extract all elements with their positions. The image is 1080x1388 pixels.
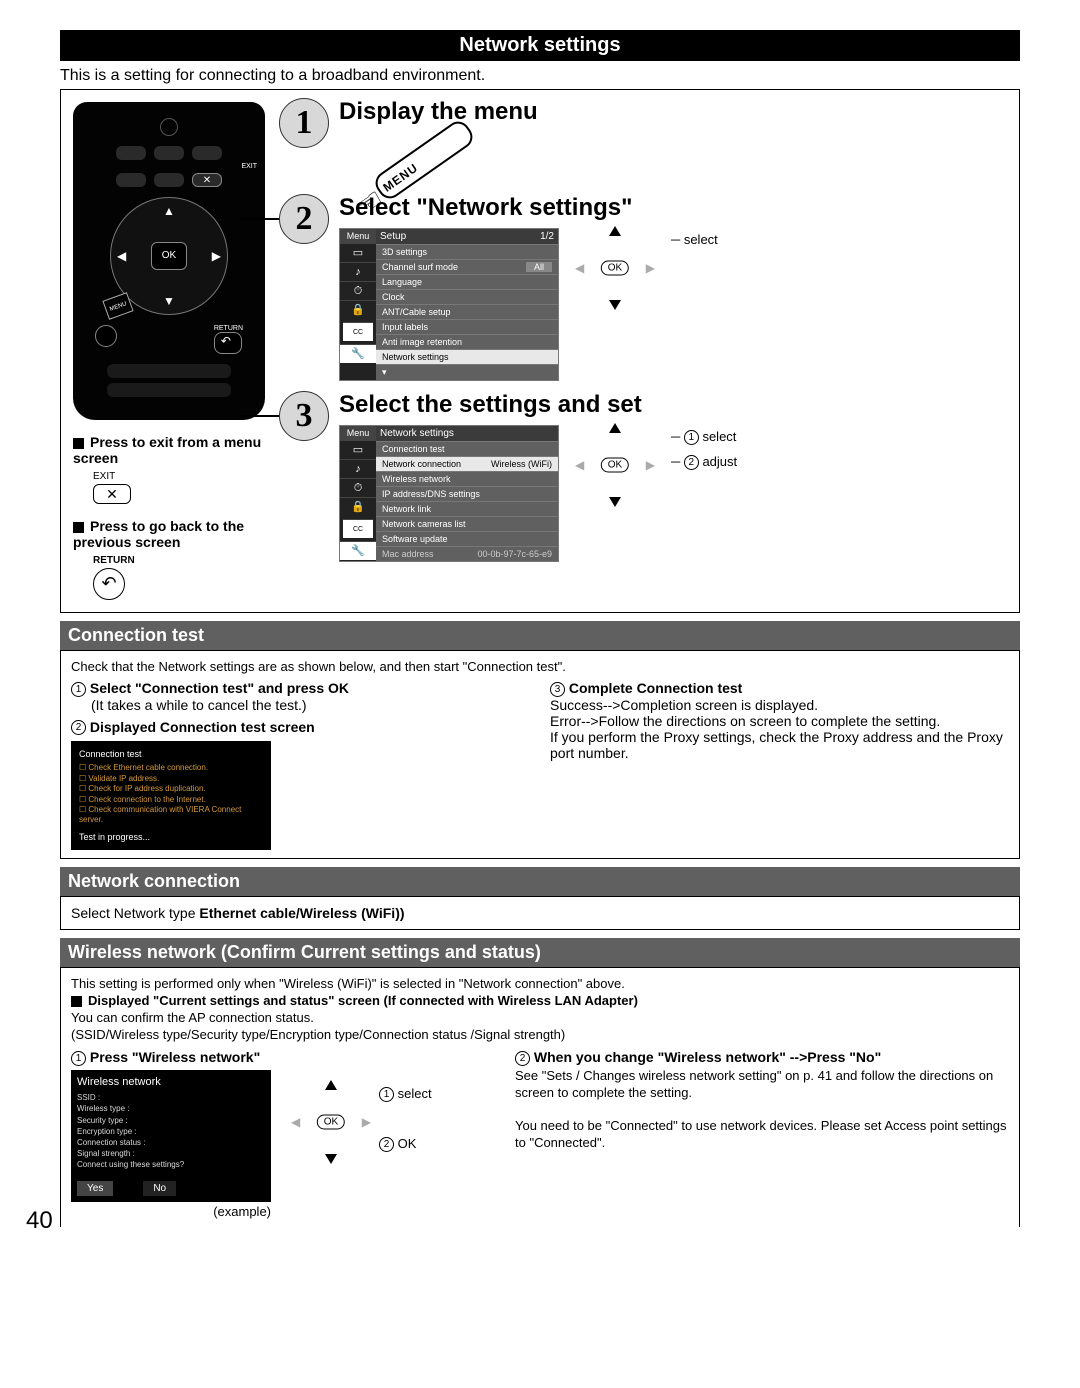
remote-exit-label: EXIT [241,163,257,170]
arrow-up-icon [609,423,621,433]
osd-row[interactable]: Software update [376,531,558,546]
step-number-2: 2 [279,194,329,244]
arrow-left-icon: ◀ [575,261,584,275]
arrow-up-icon [325,1080,337,1090]
dpad-graphic: ◀ ▶ OK [575,425,655,505]
audio-icon: ♪ [340,459,376,478]
page-number: 40 [26,1207,53,1235]
dpad-label: ─ select [671,228,718,253]
yes-button[interactable]: Yes [77,1181,113,1196]
no-button[interactable]: No [143,1181,176,1196]
step-2-title: Select "Network settings" [339,194,1011,222]
osd-row[interactable]: Input labels [376,319,558,334]
osd-row[interactable]: Network cameras list [376,516,558,531]
timer-icon: ⏱ [340,281,376,300]
remote-generic-button[interactable] [95,325,117,347]
exit-note: Press to exit from a menu screen EXIT✕ [73,434,265,504]
remote-led [160,118,178,136]
steps-box: EXIT ✕ ▲ ▼ ◀ ▶ OK MENU RETURN [60,89,1020,613]
cc-icon: CC [343,322,373,341]
remote-dpad[interactable]: ▲ ▼ ◀ ▶ OK MENU [110,197,228,315]
lock-icon: 🔒 [340,497,376,516]
osd-row-selected[interactable]: Network settings [376,349,558,364]
dpad-left-icon: ◀ [117,249,126,263]
bullet-icon [73,438,84,449]
exit-button-icon: ✕ [93,484,131,504]
osd-row[interactable]: 3D settings [376,244,558,259]
remote-return-button[interactable] [214,332,242,354]
arrow-right-icon: ▶ [362,1115,371,1129]
osd-row[interactable]: Wireless network [376,471,558,486]
osd-row[interactable]: Anti image retention [376,334,558,349]
audio-icon: ♪ [340,262,376,281]
remote-return-label: RETURN [214,325,243,332]
osd-row-selected[interactable]: Network connectionWireless (WiFi) [376,456,558,471]
connection-test-intro: Check that the Network settings are as s… [71,659,1009,676]
osd-row[interactable]: Language [376,274,558,289]
intro-text: This is a setting for connecting to a br… [60,67,1020,85]
dpad-up-icon: ▲ [163,204,175,218]
dpad-graphic: ◀ ▶ OK [575,228,655,308]
osd-row: Mac address00-0b-97-7c-65-e9 [376,546,558,561]
step-3-title: Select the settings and set [339,391,1011,419]
osd-row[interactable]: IP address/DNS settings [376,486,558,501]
cc-icon: CC [343,519,373,538]
arrow-down-icon [609,497,621,507]
connection-test-screen: Connection test ☐ Check Ethernet cable c… [71,741,271,849]
setup-icon: 🔧 [340,541,376,560]
dpad-graphic: ◀ ▶ OK [291,1082,371,1162]
menu-button-graphic: MENU ☜ [371,117,477,203]
ok-indicator: OK [601,261,629,276]
network-connection-header: Network connection [60,867,1020,896]
network-connection-section: Select Network type Ethernet cable/Wirel… [60,896,1020,930]
timer-icon: ⏱ [340,478,376,497]
example-label: (example) [71,1204,271,1219]
connection-test-section: Check that the Network settings are as s… [60,650,1020,859]
remote-exit-button[interactable]: ✕ [192,173,222,187]
osd-row[interactable]: ANT/Cable setup [376,304,558,319]
arrow-right-icon: ▶ [646,458,655,472]
bullet-icon [71,996,82,1007]
dpad-label: ─ 1 select ─ 2 adjust [671,425,737,474]
step-number-3: 3 [279,391,329,441]
arrow-up-icon [609,226,621,236]
dpad-down-icon: ▼ [163,294,175,308]
picture-icon: ▭ [340,243,376,262]
arrow-right-icon: ▶ [646,261,655,275]
setup-menu-osd: Menu ▭ ♪ ⏱ 🔒 CC 🔧 Setup1/2 [339,228,559,381]
connection-test-header: Connection test [60,621,1020,650]
step-number-1: 1 [279,98,329,148]
return-button-icon: ↶ [93,568,125,600]
title-bar: Network settings [60,30,1020,61]
step-1-title: Display the menu [339,98,1011,126]
remote-control: EXIT ✕ ▲ ▼ ◀ ▶ OK MENU RETURN [73,102,265,420]
wireless-network-section: This setting is performed only when "Wir… [60,967,1020,1227]
lock-icon: 🔒 [340,300,376,319]
arrow-down-icon [325,1154,337,1164]
osd-row[interactable]: Network link [376,501,558,516]
osd-row[interactable]: Connection test [376,441,558,456]
picture-icon: ▭ [340,440,376,459]
wireless-network-header: Wireless network (Confirm Current settin… [60,938,1020,967]
bullet-icon [73,522,84,533]
remote-menu-button[interactable]: MENU [102,292,133,320]
arrow-left-icon: ◀ [575,458,584,472]
arrow-down-icon [609,300,621,310]
ok-indicator: OK [317,1115,345,1130]
arrow-left-icon: ◀ [291,1115,300,1129]
remote-ok-button[interactable]: OK [151,242,187,270]
setup-icon: 🔧 [340,344,376,363]
return-note: Press to go back to the previous screen … [73,518,265,600]
wireless-network-screen: Wireless network SSID : Wireless type : … [71,1070,271,1201]
osd-row[interactable]: Channel surf modeAll [376,259,558,274]
ok-indicator: OK [601,458,629,473]
dpad-label: 1 select 2 OK [379,1082,432,1162]
network-settings-osd: Menu ▭ ♪ ⏱ 🔒 CC 🔧 Network settings [339,425,559,562]
dpad-right-icon: ▶ [212,249,221,263]
osd-row[interactable]: Clock [376,289,558,304]
